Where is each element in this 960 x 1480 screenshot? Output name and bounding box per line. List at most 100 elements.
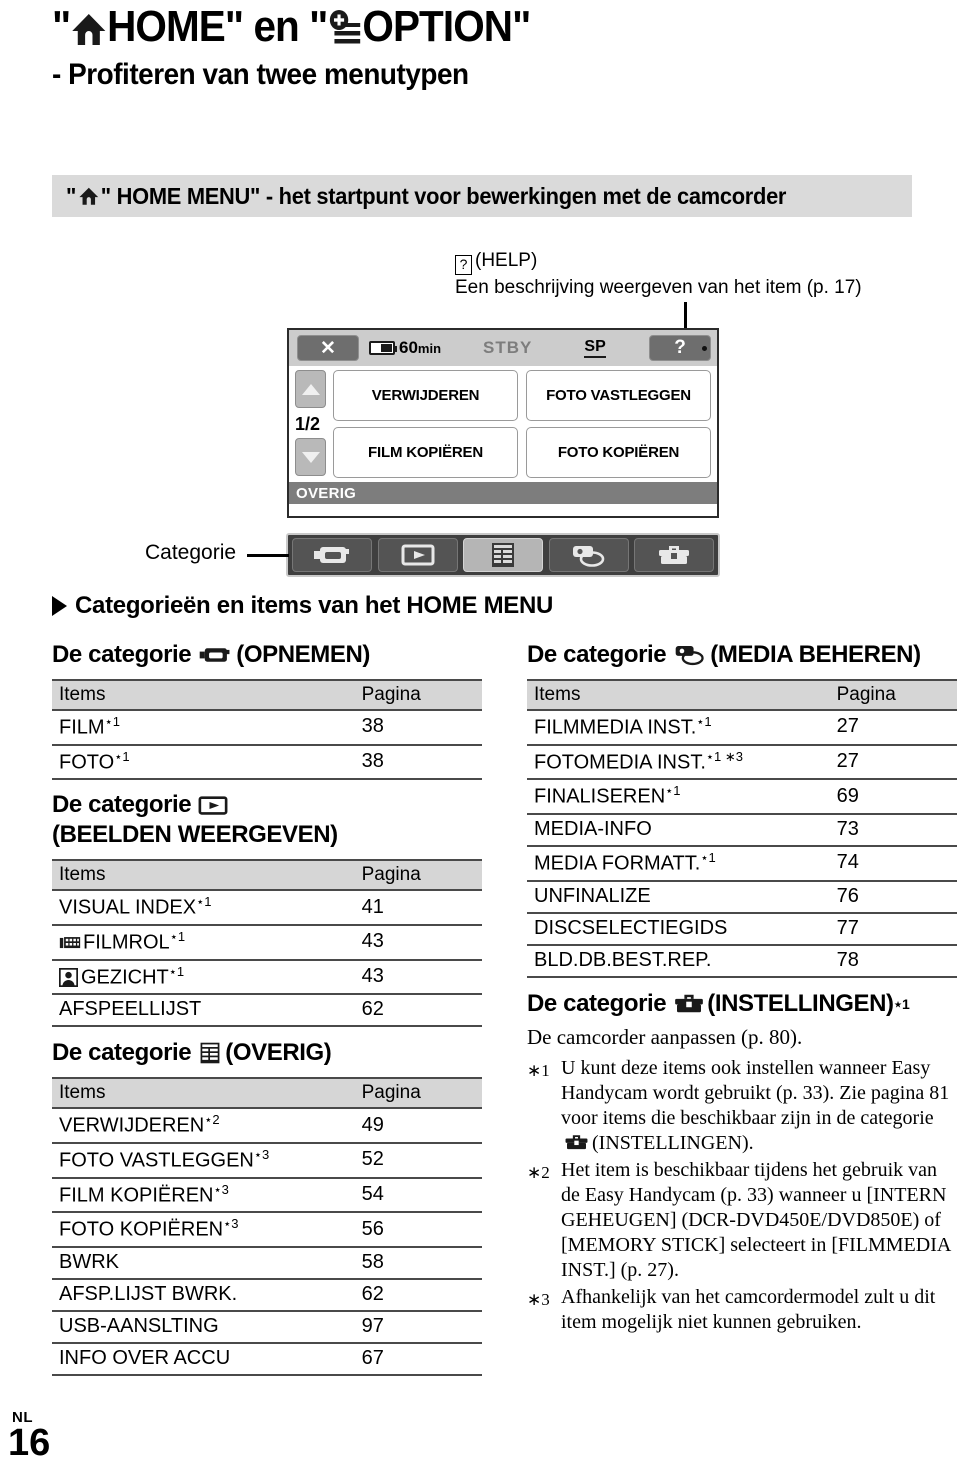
footnote-1-text-a: U kunt deze items ook instellen wanneer … <box>561 1056 950 1129</box>
category-tab-opnemen[interactable] <box>292 538 372 572</box>
table-row: BWRK 58 <box>52 1245 482 1279</box>
option-icon <box>330 10 361 44</box>
cell-page: 49 <box>361 1107 482 1143</box>
subsection-heading: Categorieën en items van het HOME MENU <box>52 592 553 620</box>
cell-item: AFSPEELLIJST <box>52 993 362 1028</box>
battery-time-value: 60 <box>399 338 418 357</box>
item-footnote-mark: ⋆1 <box>700 849 716 865</box>
home-icon <box>72 14 106 46</box>
scroll-down-button[interactable] <box>295 438 326 476</box>
item-label: FILMMEDIA INST. <box>534 716 697 739</box>
table-beelden-weergeven: Items Pagina VISUAL INDEX⋆1 41 FILMROL⋆1 4… <box>52 859 482 1028</box>
col-header-items: Items <box>52 1077 362 1109</box>
triangle-right-icon <box>52 596 67 616</box>
footnote-1-text-b: (INSTELLINGEN). <box>592 1131 754 1154</box>
table-row: INFO OVER ACCU 67 <box>52 1341 482 1376</box>
section-header-text: " " HOME MENU" - het startpunt voor bewer… <box>66 182 787 209</box>
item-label: MEDIA FORMATT. <box>534 852 701 875</box>
table-row: FILM KOPIËREN⋆3 54 <box>52 1176 482 1213</box>
cell-page: 54 <box>361 1176 482 1213</box>
item-label: FILMROL <box>83 931 170 954</box>
face-icon <box>59 968 78 988</box>
cell-item: FOTOMEDIA INST.⋆1 ∗3 <box>527 743 837 780</box>
table-row: VISUAL INDEX⋆1 41 <box>52 889 482 925</box>
cell-page: 74 <box>836 844 957 881</box>
quote-open: " <box>52 2 71 51</box>
others-icon <box>492 543 514 567</box>
item-label: FOTO KOPIËREN <box>59 1218 224 1241</box>
category-tab-media-beheren[interactable] <box>548 538 629 572</box>
table-row: FILMROL⋆1 43 <box>52 923 482 960</box>
cell-item: UNFINALIZE <box>527 879 837 913</box>
category-tab-beelden-weergeven[interactable] <box>377 538 458 572</box>
settings-toolbox-icon <box>675 994 704 1012</box>
help-box-icon: ? <box>455 255 472 275</box>
cell-item: FOTO VASTLEGGEN⋆3 <box>52 1141 362 1178</box>
category-tab-overig[interactable] <box>463 538 543 572</box>
section-header-label: " HOME MENU" - het startpunt voor bewerk… <box>100 182 787 209</box>
subsection-heading-text: Categorieën en items van het HOME MENU <box>75 592 554 619</box>
cell-item: VISUAL INDEX⋆1 <box>52 889 362 925</box>
scroll-up-button[interactable] <box>295 370 326 408</box>
item-footnote-mark: ⋆1 ∗3 <box>705 748 743 764</box>
table-row: FOTO KOPIËREN⋆3 56 <box>52 1211 482 1247</box>
cell-page: 52 <box>361 1141 482 1178</box>
title-home-text: HOME" en " <box>107 2 328 51</box>
category-heading-media-beheren: De categorie (MEDIA BEHEREN) <box>527 640 957 670</box>
cell-item: USB-AANSLTING <box>52 1309 362 1343</box>
battery-icon <box>369 341 397 355</box>
table-row: GEZICHT⋆1 43 <box>52 958 482 995</box>
col-header-items: Items <box>52 859 362 891</box>
section-header-bar: " " HOME MENU" - het startpunt voor bewer… <box>52 175 912 217</box>
battery-time-unit: min <box>417 341 442 356</box>
category-heading-prefix: De categorie <box>527 989 667 1017</box>
cell-page: 38 <box>361 743 482 781</box>
menu-button-film-kopieren[interactable]: FILM KOPIËREN <box>333 427 518 478</box>
cell-page: 77 <box>836 911 957 945</box>
footnote-2-body: Het item is beschikbaar tijdens het gebr… <box>561 1158 951 1281</box>
cell-item: FILMMEDIA INST.⋆1 <box>527 709 837 745</box>
lcd-menu-body: 1/2 VERWIJDEREN FOTO VASTLEGGEN FILM KOP… <box>289 366 717 482</box>
table-header-row: Items Pagina <box>527 679 957 710</box>
item-label: GEZICHT <box>81 966 169 989</box>
category-heading-prefix: De categorie <box>52 791 192 819</box>
table-row: DISCSELECTIEGIDS 77 <box>527 911 957 945</box>
menu-button-foto-vastleggen[interactable]: FOTO VASTLEGGEN <box>526 370 711 421</box>
item-footnote-mark: ⋆1 <box>665 783 681 799</box>
item-footnote-mark: ⋆3 <box>253 1146 270 1162</box>
help-callout: ? (HELP) Een beschrijving weergeven van h… <box>455 248 862 301</box>
menu-button-verwijderen[interactable]: VERWIJDEREN <box>333 370 518 421</box>
footnotes-block: ∗1 U kunt deze items ook instellen wanne… <box>527 1056 957 1335</box>
quality-indicator: SP <box>584 338 606 358</box>
item-label: VISUAL INDEX <box>59 896 197 919</box>
categorie-callout-label: Categorie <box>145 541 237 564</box>
category-heading-opnemen: De categorie (OPNEMEN) <box>52 640 482 670</box>
manage-media-icon <box>675 646 704 666</box>
footnote-1-body: U kunt deze items ook instellen wanneer … <box>561 1056 957 1156</box>
table-opnemen: Items Pagina FILM⋆1 38 FOTO⋆1 38 <box>52 679 482 781</box>
menu-button-foto-kopieren[interactable]: FOTO KOPIËREN <box>526 427 711 478</box>
help-anchor-dot <box>702 346 707 351</box>
close-button[interactable]: ✕ <box>297 335 359 361</box>
cell-item: MEDIA-INFO <box>527 812 837 846</box>
settings-note: De camcorder aanpassen (p. 80). <box>527 1024 803 1049</box>
item-label: FINALISEREN <box>534 785 666 808</box>
cell-item: AFSP.LIJST BWRK. <box>52 1277 362 1311</box>
footnote-1: ∗1 U kunt deze items ook instellen wanne… <box>527 1056 957 1156</box>
item-footnote-mark: ⋆1 <box>114 748 130 764</box>
cell-item: FINALISEREN⋆1 <box>527 778 837 814</box>
cell-page: 56 <box>361 1211 482 1247</box>
lcd-screen-mock: ✕ 60min STBY SP ? 1/2 VERWIJDEREN FOTO V… <box>287 328 719 518</box>
item-footnote-mark: ⋆1 <box>169 928 186 944</box>
category-heading-suffix: (OPNEMEN) <box>236 641 370 668</box>
item-footnote-mark: ⋆1 <box>696 714 712 729</box>
settings-toolbox-icon <box>659 546 689 564</box>
cell-item: INFO OVER ACCU <box>52 1341 362 1376</box>
footnote-3: ∗3 Afhankelijk van het camcordermodel zu… <box>527 1285 957 1335</box>
table-row: UNFINALIZE 76 <box>527 879 957 913</box>
lcd-status-bar: ✕ 60min STBY SP ? <box>289 330 717 366</box>
cell-item: DISCSELECTIEGIDS <box>527 911 837 945</box>
item-label: FILM KOPIËREN <box>59 1184 214 1207</box>
category-tab-instellingen[interactable] <box>634 538 714 572</box>
cell-page: 58 <box>361 1245 482 1279</box>
